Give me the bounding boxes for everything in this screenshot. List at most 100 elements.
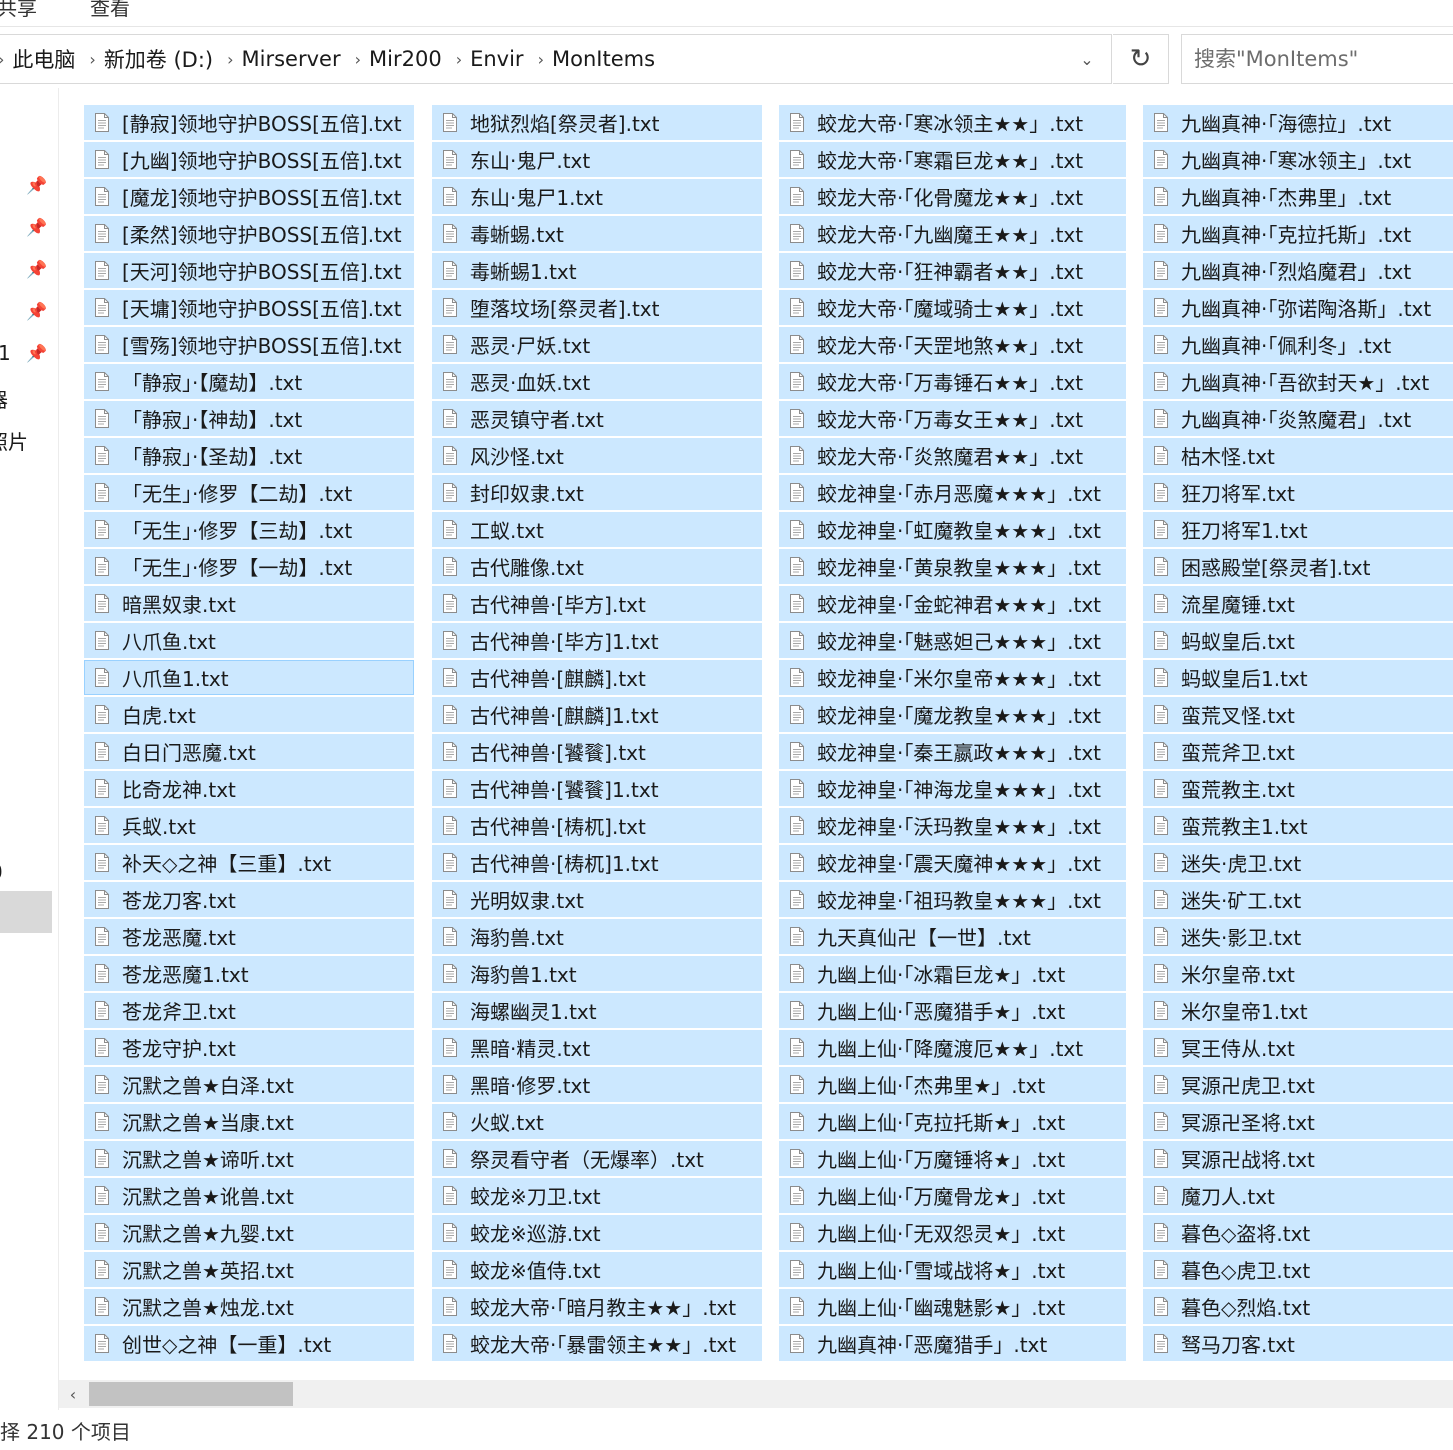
file-item[interactable]: 九幽真神·「海德拉」.txt: [1143, 105, 1453, 140]
pin-icon[interactable]: 📌: [26, 217, 48, 239]
file-item[interactable]: 九幽上仙·「雪域战将★」.txt: [779, 1252, 1126, 1287]
file-item[interactable]: 蛟龙神皇·「赤月恶魔★★★」.txt: [779, 475, 1126, 510]
file-item[interactable]: 蚂蚁皇后1.txt: [1143, 660, 1453, 695]
file-item[interactable]: 九幽上仙·「万魔骨龙★」.txt: [779, 1178, 1126, 1213]
file-item[interactable]: 蛮荒教主1.txt: [1143, 808, 1453, 843]
file-item[interactable]: 苍龙守护.txt: [84, 1030, 414, 1065]
horizontal-scrollbar[interactable]: ‹: [59, 1380, 1453, 1408]
file-item[interactable]: 九幽真神·「杰弗里」.txt: [1143, 179, 1453, 214]
file-item[interactable]: 兵蚁.txt: [84, 808, 414, 843]
file-item[interactable]: 海豹兽1.txt: [432, 956, 762, 991]
file-item[interactable]: 迷失·矿工.txt: [1143, 882, 1453, 917]
file-item[interactable]: 蛟龙大帝·「炎煞魔君★★」.txt: [779, 438, 1126, 473]
file-item[interactable]: 东山·鬼尸.txt: [432, 142, 762, 177]
file-item[interactable]: 驽马刀客.txt: [1143, 1326, 1453, 1361]
file-item[interactable]: 九幽上仙·「恶魔猎手★」.txt: [779, 993, 1126, 1028]
file-item[interactable]: 蛟龙神皇·「魅惑妲己★★★」.txt: [779, 623, 1126, 658]
file-item[interactable]: 「静寂」·【圣劫】.txt: [84, 438, 414, 473]
file-item[interactable]: 工蚁.txt: [432, 512, 762, 547]
file-item[interactable]: 蛟龙大帝·「暴雷领主★★」.txt: [432, 1326, 762, 1361]
chevron-left-icon[interactable]: ‹: [59, 1380, 87, 1408]
file-item[interactable]: 蛮荒斧卫.txt: [1143, 734, 1453, 769]
file-item[interactable]: 八爪鱼.txt: [84, 623, 414, 658]
file-item[interactable]: 九幽上仙·「无双怨灵★」.txt: [779, 1215, 1126, 1250]
file-item[interactable]: 恶灵·血妖.txt: [432, 364, 762, 399]
file-item[interactable]: [天墉]领地守护BOSS[五倍].txt: [84, 290, 414, 325]
search-input[interactable]: [1182, 35, 1453, 83]
file-item[interactable]: [雪殇]领地守护BOSS[五倍].txt: [84, 327, 414, 362]
file-item[interactable]: 东山·鬼尸1.txt: [432, 179, 762, 214]
file-item[interactable]: 九幽上仙·「杰弗里★」.txt: [779, 1067, 1126, 1102]
pin-icon[interactable]: 📌: [26, 343, 48, 365]
file-item[interactable]: 蛟龙大帝·「天罡地煞★★」.txt: [779, 327, 1126, 362]
chevron-down-icon[interactable]: ⌄: [1075, 47, 1099, 71]
file-item[interactable]: 暮色◇烈焰.txt: [1143, 1289, 1453, 1324]
tab-share[interactable]: 共享: [0, 0, 37, 21]
file-item[interactable]: 暮色◇虎卫.txt: [1143, 1252, 1453, 1287]
file-item[interactable]: 蛟龙大帝·「万毒女王★★」.txt: [779, 401, 1126, 436]
file-item[interactable]: 蛟龙神皇·「沃玛教皇★★★」.txt: [779, 808, 1126, 843]
tab-view[interactable]: 查看: [90, 0, 130, 21]
file-item[interactable]: 迷失·影卫.txt: [1143, 919, 1453, 954]
file-item[interactable]: 魔刀人.txt: [1143, 1178, 1453, 1213]
file-item[interactable]: 蛟龙神皇·「神海龙皇★★★」.txt: [779, 771, 1126, 806]
file-item[interactable]: 沉默之兽★九婴.txt: [84, 1215, 414, 1250]
file-item[interactable]: 冥源卍虎卫.txt: [1143, 1067, 1453, 1102]
file-item[interactable]: 蛟龙神皇·「金蛇神君★★★」.txt: [779, 586, 1126, 621]
file-item[interactable]: 比奇龙神.txt: [84, 771, 414, 806]
file-item[interactable]: 蛟龙大帝·「九幽魔王★★」.txt: [779, 216, 1126, 251]
file-item[interactable]: 蛟龙大帝·「万毒锤石★★」.txt: [779, 364, 1126, 399]
file-item[interactable]: 苍龙刀客.txt: [84, 882, 414, 917]
file-item[interactable]: 九幽真神·「克拉托斯」.txt: [1143, 216, 1453, 251]
file-item[interactable]: 古代神兽·[梼杌]1.txt: [432, 845, 762, 880]
file-item[interactable]: 「无生」·修罗【二劫】.txt: [84, 475, 414, 510]
file-item[interactable]: 古代神兽·[梼杌].txt: [432, 808, 762, 843]
address-bar[interactable]: › 此电脑 › 新加卷 (D:) › Mirserver › Mir200 › …: [0, 34, 1112, 84]
file-item[interactable]: 恶灵·尸妖.txt: [432, 327, 762, 362]
file-item[interactable]: 蛟龙大帝·「魔域骑士★★」.txt: [779, 290, 1126, 325]
file-item[interactable]: 蛟龙神皇·「秦王嬴政★★★」.txt: [779, 734, 1126, 769]
pin-icon[interactable]: 📌: [26, 259, 48, 281]
file-item[interactable]: [魔龙]领地守护BOSS[五倍].txt: [84, 179, 414, 214]
file-item[interactable]: 古代神兽·[毕方]1.txt: [432, 623, 762, 658]
file-item[interactable]: 黑暗·修罗.txt: [432, 1067, 762, 1102]
file-item[interactable]: 蛟龙※刀卫.txt: [432, 1178, 762, 1213]
breadcrumb-mir200[interactable]: Mir200: [361, 47, 456, 71]
file-item[interactable]: 枯木怪.txt: [1143, 438, 1453, 473]
file-item[interactable]: 蛟龙神皇·「米尔皇帝★★★」.txt: [779, 660, 1126, 695]
nav-item-fragment[interactable]: 1: [0, 341, 11, 365]
file-item[interactable]: 九幽真神·「寒冰领主」.txt: [1143, 142, 1453, 177]
file-item[interactable]: 冥源卍圣将.txt: [1143, 1104, 1453, 1139]
file-item[interactable]: 狂刀将军.txt: [1143, 475, 1453, 510]
file-item[interactable]: 九幽上仙·「万魔锤将★」.txt: [779, 1141, 1126, 1176]
file-item[interactable]: 九幽真神·「恶魔猎手」.txt: [779, 1326, 1126, 1361]
pin-icon[interactable]: 📌: [26, 301, 48, 323]
file-item[interactable]: 米尔皇帝.txt: [1143, 956, 1453, 991]
file-item[interactable]: 九幽真神·「弥诺陶洛斯」.txt: [1143, 290, 1453, 325]
file-item[interactable]: 九幽真神·「吾欲封天★」.txt: [1143, 364, 1453, 399]
file-item[interactable]: 古代神兽·[麒麟]1.txt: [432, 697, 762, 732]
file-item[interactable]: 苍龙斧卫.txt: [84, 993, 414, 1028]
nav-item-fragment[interactable]: 0: [0, 860, 3, 884]
file-item[interactable]: 苍龙恶魔1.txt: [84, 956, 414, 991]
file-item[interactable]: 蚂蚁皇后.txt: [1143, 623, 1453, 658]
file-item[interactable]: 白日门恶魔.txt: [84, 734, 414, 769]
file-item[interactable]: 迷失·虎卫.txt: [1143, 845, 1453, 880]
file-item[interactable]: 创世◇之神【一重】.txt: [84, 1326, 414, 1361]
file-item[interactable]: 八爪鱼1.txt: [84, 660, 414, 695]
file-item[interactable]: 蛟龙神皇·「祖玛教皇★★★」.txt: [779, 882, 1126, 917]
file-item[interactable]: [柔然]领地守护BOSS[五倍].txt: [84, 216, 414, 251]
file-item[interactable]: 九幽真神·「烈焰魔君」.txt: [1143, 253, 1453, 288]
file-item[interactable]: 海豹兽.txt: [432, 919, 762, 954]
file-item[interactable]: 祭灵看守者（无爆率）.txt: [432, 1141, 762, 1176]
file-item[interactable]: 九幽上仙·「冰霜巨龙★」.txt: [779, 956, 1126, 991]
file-item[interactable]: 蛟龙神皇·「虹魔教皇★★★」.txt: [779, 512, 1126, 547]
breadcrumb-this-pc[interactable]: 此电脑: [4, 44, 89, 74]
file-item[interactable]: 黑暗·精灵.txt: [432, 1030, 762, 1065]
file-item[interactable]: 暗黑奴隶.txt: [84, 586, 414, 621]
file-item[interactable]: 风沙怪.txt: [432, 438, 762, 473]
file-item[interactable]: 恶灵镇守者.txt: [432, 401, 762, 436]
file-item[interactable]: 「无生」·修罗【三劫】.txt: [84, 512, 414, 547]
file-item[interactable]: 蛟龙大帝·「暗月教主★★」.txt: [432, 1289, 762, 1324]
file-item[interactable]: 古代雕像.txt: [432, 549, 762, 584]
